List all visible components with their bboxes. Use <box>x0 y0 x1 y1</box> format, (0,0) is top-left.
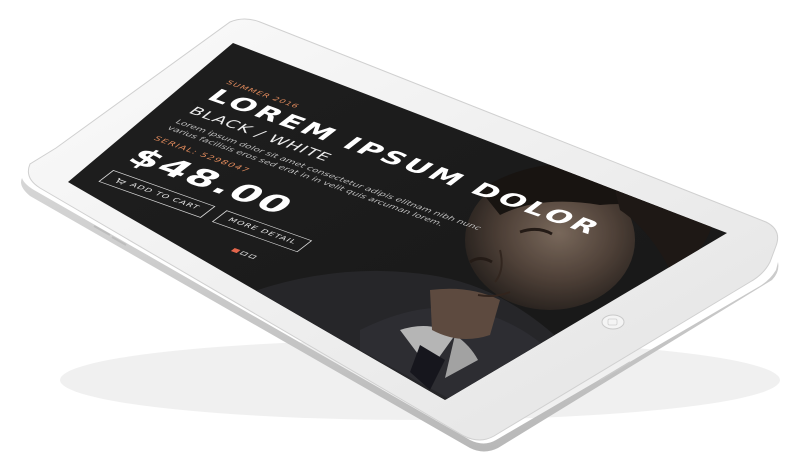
slider-dot-3[interactable] <box>247 254 258 259</box>
mockup-stage: SUMMER 2016 LOREM IPSUM DOLOR BLACK / WH… <box>0 0 800 475</box>
slider-dot-2[interactable] <box>239 251 249 256</box>
more-detail-button[interactable]: MORE DETAIL <box>211 210 313 253</box>
slider-dot-1[interactable] <box>231 248 241 253</box>
more-detail-label: MORE DETAIL <box>225 216 299 246</box>
cart-icon <box>115 177 127 184</box>
home-button-icon[interactable] <box>601 314 625 330</box>
slider-pagination <box>231 248 258 259</box>
